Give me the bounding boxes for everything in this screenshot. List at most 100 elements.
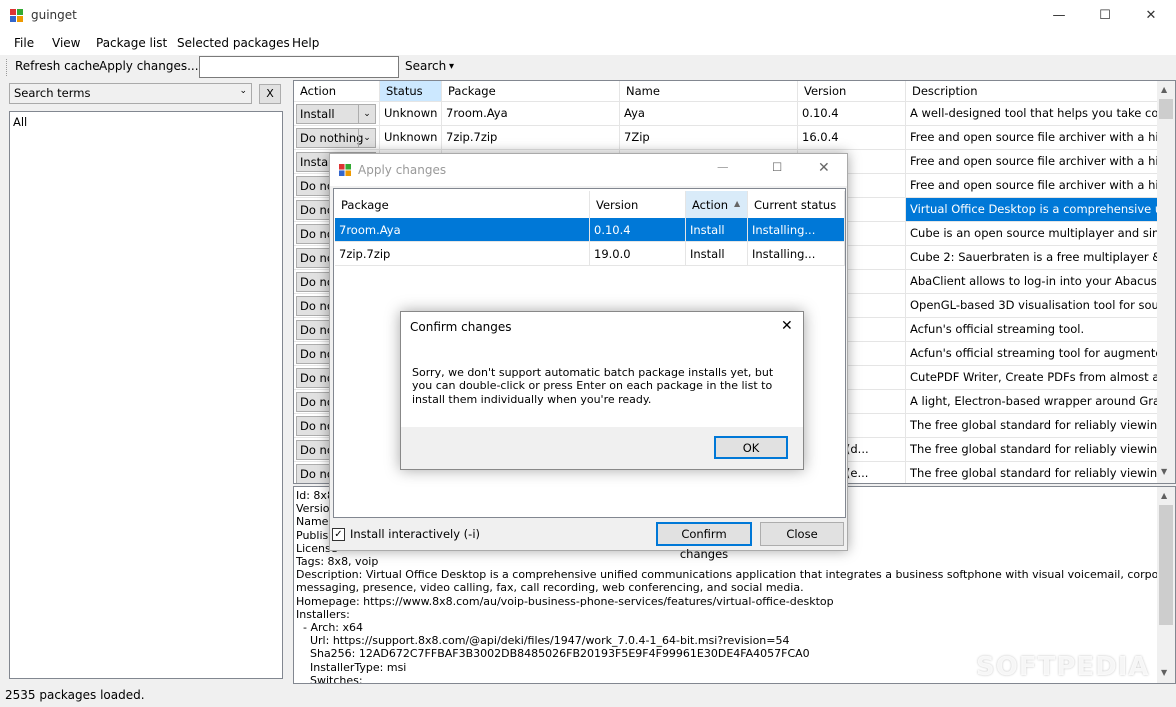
search-dropdown-icon[interactable]: ▾ bbox=[449, 61, 454, 72]
status-cell: Installing... bbox=[748, 218, 845, 242]
desc-cell: Free and open source file archiver with … bbox=[906, 150, 1158, 174]
action-cell: Do nothing ⌄ bbox=[294, 126, 380, 150]
search-terms-label: Search terms bbox=[14, 86, 91, 100]
action-label: Do nothing bbox=[300, 131, 364, 145]
desc-cell: Cube is an open source multiplayer and s… bbox=[906, 222, 1158, 246]
status-bar: 2535 packages loaded. bbox=[0, 684, 1176, 707]
refresh-cache-button[interactable]: Refresh cache bbox=[15, 59, 100, 73]
desc-cell: The free global standard for reliably vi… bbox=[906, 438, 1158, 462]
name-cell: 7Zip bbox=[620, 126, 798, 150]
scroll-up-icon[interactable]: ▲ bbox=[1161, 85, 1167, 94]
action-label: Install bbox=[300, 107, 335, 121]
detail-line: - Arch: x64 bbox=[296, 621, 363, 635]
column-header-current-status[interactable]: Current status bbox=[748, 191, 845, 218]
close-icon[interactable]: ✕ bbox=[818, 160, 830, 176]
desc-cell: Virtual Office Desktop is a comprehensiv… bbox=[906, 198, 1158, 222]
version-cell: 0.10.4 bbox=[798, 102, 906, 126]
maximize-button[interactable]: ☐ bbox=[1082, 0, 1128, 31]
chevron-down-icon[interactable]: ⌄ bbox=[358, 129, 375, 147]
column-header-status[interactable]: Status bbox=[380, 81, 442, 102]
action-cell: Install bbox=[686, 218, 748, 242]
scroll-down-icon[interactable]: ▼ bbox=[1161, 467, 1167, 476]
install-interactively-label[interactable]: Install interactively (-i) bbox=[350, 527, 480, 541]
search-button[interactable]: Search bbox=[405, 59, 446, 73]
menu-view[interactable]: View bbox=[52, 36, 80, 50]
version-cell: 16.0.4 bbox=[798, 126, 906, 150]
dialog-message: Sorry, we don't support automatic batch … bbox=[412, 366, 774, 406]
action-dropdown[interactable]: Do nothing ⌄ bbox=[296, 128, 376, 148]
chevron-down-icon[interactable]: ⌄ bbox=[358, 105, 375, 123]
detail-line: Tags: 8x8, voip bbox=[296, 555, 379, 569]
name-cell: Aya bbox=[620, 102, 798, 126]
scrollbar-thumb[interactable] bbox=[1159, 99, 1173, 119]
table-row[interactable]: Do nothing ⌄ Unknown 7zip.7zip 7Zip 16.0.4 Fre… bbox=[294, 126, 1158, 150]
action-dropdown[interactable]: Install ⌄ bbox=[296, 104, 376, 124]
menu-file[interactable]: File bbox=[14, 36, 34, 50]
maximize-icon[interactable]: ☐ bbox=[772, 160, 782, 174]
column-header-version[interactable]: Version bbox=[798, 81, 906, 102]
grid-scrollbar[interactable]: ▲ ▼ bbox=[1157, 81, 1175, 483]
package-cell: 7zip.7zip bbox=[442, 126, 620, 150]
desc-cell: The free global standard for reliably vi… bbox=[906, 414, 1158, 438]
clear-search-button[interactable]: X bbox=[259, 84, 281, 104]
status-text: 2535 packages loaded. bbox=[5, 688, 145, 702]
details-scrollbar[interactable]: ▲ ▼ bbox=[1157, 487, 1175, 683]
detail-line: Installers: bbox=[296, 607, 350, 621]
list-item[interactable]: 7room.Aya 0.10.4 Install Installing... bbox=[335, 218, 845, 242]
detail-line: Homepage: https://www.8x8.com/au/voip-bu… bbox=[296, 594, 834, 608]
detail-line: Description: Virtual Office Desktop is a… bbox=[296, 568, 1176, 582]
dialog-title: Confirm changes bbox=[410, 320, 512, 334]
detail-line: Url: https://support.8x8.com/@api/deki/f… bbox=[296, 634, 790, 648]
column-header-version[interactable]: Version bbox=[590, 191, 686, 218]
desc-cell: AbaClient allows to log-in into your Aba… bbox=[906, 270, 1158, 294]
column-header-name[interactable]: Name bbox=[620, 81, 798, 102]
package-cell: 7room.Aya bbox=[442, 102, 620, 126]
column-header-package[interactable]: Package bbox=[335, 191, 590, 218]
version-cell: 19.0.0 bbox=[590, 242, 686, 266]
search-input[interactable] bbox=[199, 56, 399, 78]
menu-bar: File View Package list Selected packages… bbox=[0, 31, 1176, 55]
desc-cell: A well-designed tool that helps you take… bbox=[906, 102, 1158, 126]
menu-package-list[interactable]: Package list bbox=[96, 36, 167, 50]
list-item[interactable]: All bbox=[13, 115, 279, 129]
menu-help[interactable]: Help bbox=[292, 36, 319, 50]
search-terms-list: All bbox=[9, 111, 283, 679]
dialog-title-bar: Apply changes — ☐ ✕ bbox=[330, 154, 847, 186]
column-header-action-label: Action bbox=[692, 198, 729, 212]
apply-changes-button[interactable]: Apply changes... bbox=[99, 59, 199, 73]
dialog-title: Apply changes bbox=[358, 163, 447, 177]
desc-cell: OpenGL-based 3D visualisation tool for s… bbox=[906, 294, 1158, 318]
app-icon bbox=[10, 9, 23, 22]
list-item[interactable]: 7zip.7zip 19.0.0 Install Installing... bbox=[335, 242, 845, 266]
minimize-icon[interactable]: — bbox=[717, 160, 729, 174]
desc-cell: A light, Electron-based wrapper around G… bbox=[906, 390, 1158, 414]
close-icon[interactable]: ✕ bbox=[781, 318, 793, 334]
install-interactively-checkbox[interactable]: ✓ bbox=[332, 528, 345, 541]
toolbar: Refresh cache Apply changes... Search ▾ bbox=[0, 55, 1176, 80]
close-button[interactable]: ✕ bbox=[1128, 0, 1174, 31]
menu-selected-packages[interactable]: Selected packages bbox=[177, 36, 290, 50]
search-terms-dropdown[interactable]: Search terms ⌄ bbox=[9, 83, 252, 104]
sort-up-icon: ▲ bbox=[734, 199, 741, 208]
scroll-down-icon[interactable]: ▼ bbox=[1161, 668, 1167, 677]
confirm-changes-button[interactable]: Confirm changes bbox=[656, 522, 752, 561]
status-cell: Unknown bbox=[380, 126, 442, 150]
action-cell: Install bbox=[686, 242, 748, 266]
column-header-action[interactable]: Action bbox=[294, 81, 380, 102]
column-header-package[interactable]: Package bbox=[442, 81, 620, 102]
dialog-footer: OK bbox=[401, 427, 803, 469]
scroll-up-icon[interactable]: ▲ bbox=[1161, 491, 1167, 500]
package-cell: 7room.Aya bbox=[335, 218, 590, 242]
ok-button[interactable]: OK bbox=[714, 436, 788, 459]
column-header-action[interactable]: Action ▲ bbox=[686, 191, 748, 218]
scrollbar-thumb[interactable] bbox=[1159, 505, 1173, 625]
desc-cell: Free and open source file archiver with … bbox=[906, 174, 1158, 198]
close-dialog-button[interactable]: Close bbox=[760, 522, 844, 546]
minimize-button[interactable]: — bbox=[1036, 0, 1082, 31]
desc-cell: Acfun's official streaming tool. bbox=[906, 318, 1158, 342]
toolbar-grip bbox=[6, 59, 8, 76]
desc-cell: Free and open source file archiver with … bbox=[906, 126, 1158, 150]
action-cell: Install ⌄ bbox=[294, 102, 380, 126]
column-header-description[interactable]: Description bbox=[906, 81, 1158, 102]
table-row[interactable]: Install ⌄ Unknown 7room.Aya Aya 0.10.4 A well-… bbox=[294, 102, 1158, 126]
